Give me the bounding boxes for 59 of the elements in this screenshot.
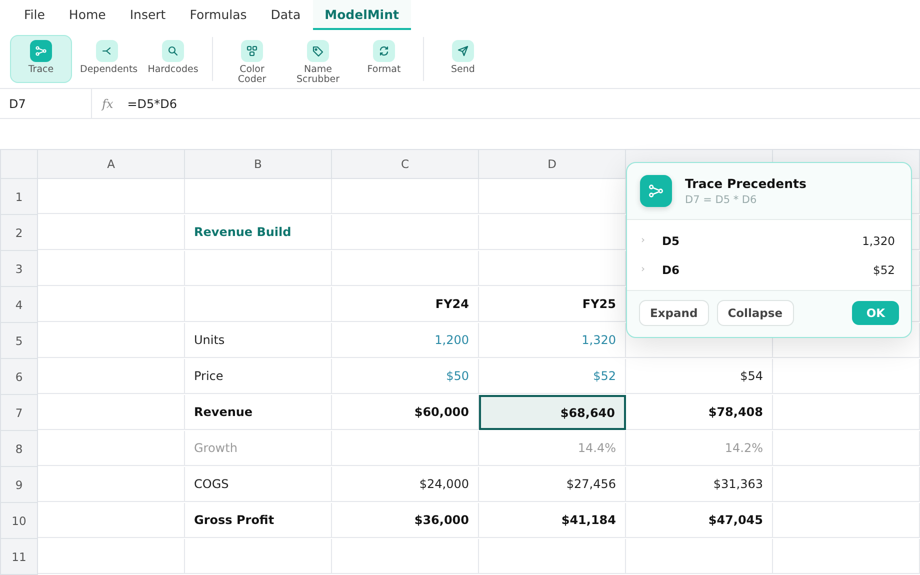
reference-value: 1,320	[862, 234, 895, 248]
column-header[interactable]: D	[479, 150, 626, 179]
table-cell[interactable]: 1,200	[332, 323, 479, 358]
reference-value: $52	[873, 262, 895, 276]
column-header[interactable]: B	[185, 150, 332, 179]
row-header[interactable]: 4	[1, 287, 38, 323]
table-cell[interactable]: FY24	[332, 287, 479, 322]
selected-cell[interactable]: $68,640	[479, 395, 626, 430]
ribbon-button[interactable]: Trace	[10, 35, 72, 83]
name-box[interactable]: D7	[0, 89, 92, 118]
table-cell[interactable]: $52	[479, 359, 626, 394]
row-header[interactable]: 11	[1, 539, 38, 575]
table-cell[interactable]: $41,184	[479, 503, 626, 538]
ribbon-tab[interactable]: Formulas	[178, 0, 259, 30]
ribbon-button[interactable]: Dependents	[76, 35, 138, 83]
row-header[interactable]: 6	[1, 359, 38, 395]
table-cell[interactable]: Gross Profit	[185, 503, 332, 538]
ribbon-tab[interactable]: Data	[258, 0, 313, 30]
row-header[interactable]: 7	[1, 395, 38, 431]
ribbon-tab[interactable]: ModelMint	[312, 0, 411, 30]
column-header[interactable]: C	[332, 150, 479, 179]
row-header[interactable]: 9	[1, 467, 38, 503]
table-cell[interactable]: $24,000	[332, 467, 479, 502]
table-cell[interactable]: 1,320	[479, 323, 626, 358]
function-label: fx	[102, 96, 114, 110]
cell-reference[interactable]: D5	[662, 234, 862, 248]
formula-field[interactable]: =D5*D6	[127, 96, 178, 110]
popup-subtitle: D7 = D5 * D6	[685, 194, 758, 206]
table-cell[interactable]: Revenue	[185, 395, 332, 430]
popup-button[interactable]: Collapse	[716, 300, 794, 326]
cell-reference[interactable]: D6	[662, 262, 874, 276]
table-cell[interactable]: $54	[626, 359, 773, 394]
ribbon-button[interactable]: Hardcodes	[142, 35, 204, 83]
row-header[interactable]: 10	[1, 503, 38, 539]
ribbon-button[interactable]: Name Scrubber	[287, 35, 349, 83]
row-header[interactable]: 3	[1, 251, 38, 287]
ribbon-button[interactable]: Color Coder	[221, 35, 283, 83]
ribbon-tab[interactable]: Insert	[118, 0, 178, 30]
ribbon-button[interactable]: Send	[432, 35, 494, 83]
row-header[interactable]: 8	[1, 431, 38, 467]
table-cell[interactable]: COGS	[185, 467, 332, 502]
row-header[interactable]: 2	[1, 215, 38, 251]
row-header[interactable]: 1	[1, 179, 38, 215]
ribbon-tab[interactable]: File	[12, 0, 57, 30]
table-cell[interactable]: $78,408	[626, 395, 773, 430]
table-cell[interactable]: $31,363	[626, 467, 773, 502]
ribbon-tab[interactable]: Home	[56, 0, 118, 30]
table-cell[interactable]: Price	[185, 359, 332, 394]
table-cell[interactable]: Revenue Build	[185, 215, 332, 250]
table-cell[interactable]: Units	[185, 323, 332, 358]
table-cell[interactable]: $36,000	[332, 503, 479, 538]
popup-button[interactable]: Expand	[639, 300, 709, 326]
ribbon-button[interactable]: Format	[353, 35, 415, 83]
row-header[interactable]: 5	[1, 323, 38, 359]
popup-title: Trace Precedents	[685, 176, 806, 191]
column-header[interactable]: A	[38, 150, 185, 179]
table-cell[interactable]: $50	[332, 359, 479, 394]
table-cell[interactable]: $27,456	[479, 467, 626, 502]
table-cell[interactable]: $47,045	[626, 503, 773, 538]
